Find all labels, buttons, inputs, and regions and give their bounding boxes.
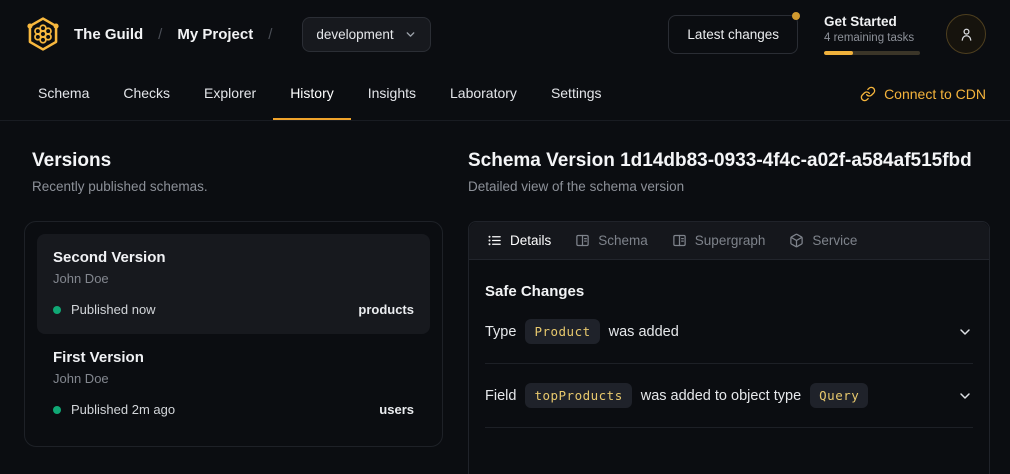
tab-settings[interactable]: Settings: [534, 68, 619, 120]
columns-icon: [575, 233, 590, 248]
change-code-badge: Query: [810, 383, 868, 408]
version-list-item[interactable]: First Version John Doe Published 2m ago …: [37, 334, 430, 434]
detail-tab-label: Schema: [598, 233, 648, 248]
chevron-down-icon[interactable]: [957, 388, 973, 404]
user-avatar-button[interactable]: [946, 14, 986, 54]
main-content: Versions Recently published schemas. Sec…: [0, 121, 1010, 474]
environment-select-value: development: [316, 27, 393, 42]
version-title: Second Version: [53, 249, 414, 266]
versions-panel: Versions Recently published schemas. Sec…: [0, 150, 443, 474]
tab-checks[interactable]: Checks: [106, 68, 187, 120]
change-code-badge: topProducts: [525, 383, 631, 408]
version-author: John Doe: [53, 271, 414, 286]
tab-history[interactable]: History: [273, 68, 351, 120]
latest-changes-label: Latest changes: [687, 27, 779, 42]
detail-tab-label: Supergraph: [695, 233, 766, 248]
get-started-title: Get Started: [824, 14, 920, 29]
schema-version-detail-box: Details Schema: [468, 221, 990, 474]
detail-tabs: Details Schema: [469, 222, 989, 260]
columns-icon: [672, 233, 687, 248]
detail-tab-label: Service: [812, 233, 857, 248]
versions-subtitle: Recently published schemas.: [32, 179, 443, 194]
versions-list: Second Version John Doe Published now pr…: [24, 221, 443, 447]
guild-logo-icon[interactable]: [24, 15, 62, 53]
breadcrumb-separator: /: [158, 26, 162, 43]
change-code-badge: Product: [525, 319, 599, 344]
versions-title: Versions: [32, 150, 443, 172]
breadcrumb-org[interactable]: The Guild: [74, 26, 143, 43]
version-author: John Doe: [53, 371, 414, 386]
chevron-down-icon[interactable]: [957, 324, 973, 340]
cube-icon: [789, 233, 804, 248]
detail-content: Safe Changes Type Product was added Fiel…: [469, 260, 989, 428]
schema-version-title: Schema Version 1d14db83-0933-4f4c-a02f-a…: [468, 150, 990, 172]
get-started-progressbar: [824, 51, 920, 55]
detail-tab-schema[interactable]: Schema: [563, 222, 660, 259]
tab-explorer[interactable]: Explorer: [187, 68, 273, 120]
link-icon: [860, 86, 876, 102]
version-status: Published 2m ago: [71, 402, 175, 417]
notification-dot: [792, 12, 800, 20]
detail-tab-service[interactable]: Service: [777, 222, 869, 259]
progress-fill: [824, 51, 853, 55]
connect-cdn-link[interactable]: Connect to CDN: [860, 68, 986, 120]
change-text: was added: [609, 324, 679, 340]
chevron-down-icon: [404, 28, 417, 41]
detail-tab-supergraph[interactable]: Supergraph: [660, 222, 778, 259]
connect-cdn-label: Connect to CDN: [884, 86, 986, 102]
latest-changes-button[interactable]: Latest changes: [668, 15, 798, 54]
change-row[interactable]: Type Product was added: [485, 300, 973, 364]
change-text: was added to object type: [641, 388, 801, 404]
user-icon: [958, 26, 975, 43]
schema-version-subtitle: Detailed view of the schema version: [468, 179, 990, 194]
project-nav: Schema Checks Explorer History Insights …: [0, 68, 1010, 121]
get-started-widget[interactable]: Get Started 4 remaining tasks: [824, 14, 920, 55]
schema-version-panel: Schema Version 1d14db83-0933-4f4c-a02f-a…: [468, 150, 1010, 474]
get-started-subtitle: 4 remaining tasks: [824, 32, 920, 44]
tab-schema[interactable]: Schema: [21, 68, 106, 120]
version-service: products: [358, 302, 414, 317]
safe-changes-heading: Safe Changes: [485, 283, 973, 300]
detail-tab-details[interactable]: Details: [475, 222, 563, 259]
tab-insights[interactable]: Insights: [351, 68, 433, 120]
app-header: The Guild / My Project / development Lat…: [0, 0, 1010, 68]
detail-tab-label: Details: [510, 233, 551, 248]
version-list-item[interactable]: Second Version John Doe Published now pr…: [37, 234, 430, 334]
tab-laboratory[interactable]: Laboratory: [433, 68, 534, 120]
version-title: First Version: [53, 349, 414, 366]
breadcrumb-project[interactable]: My Project: [177, 26, 253, 43]
breadcrumb-separator: /: [268, 26, 272, 43]
change-row[interactable]: Field topProducts was added to object ty…: [485, 364, 973, 428]
version-status: Published now: [71, 302, 156, 317]
change-text: Type: [485, 324, 516, 340]
published-status-dot: [53, 306, 61, 314]
published-status-dot: [53, 406, 61, 414]
change-text: Field: [485, 388, 516, 404]
list-icon: [487, 233, 502, 248]
version-service: users: [379, 402, 414, 417]
environment-select[interactable]: development: [302, 17, 430, 52]
